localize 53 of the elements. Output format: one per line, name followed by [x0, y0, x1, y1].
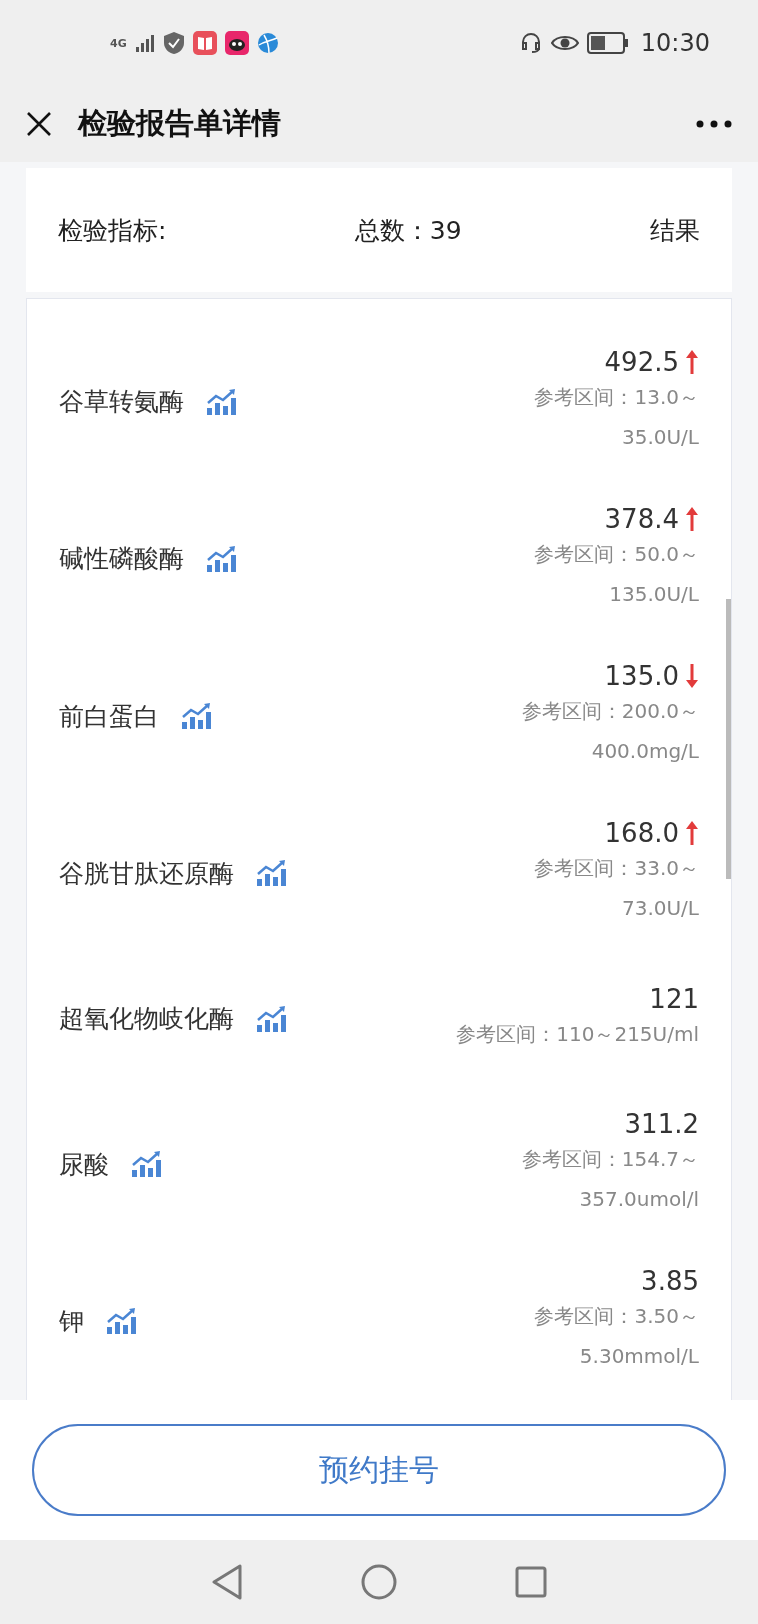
page-title: 检验报告单详情: [78, 105, 282, 142]
reference-range: 参考区间：33.0～: [534, 855, 699, 883]
reference-range: 5.30mmol/L: [579, 1343, 699, 1371]
clock-time: 10:30: [640, 29, 710, 57]
close-icon[interactable]: [26, 111, 52, 137]
test-name: 钾: [59, 1305, 84, 1338]
total-count: 总数：39: [354, 214, 462, 247]
network-type: 4G: [110, 36, 127, 50]
reference-range: 参考区间：3.50～: [534, 1303, 699, 1331]
reference-range: 73.0U/L: [621, 895, 699, 923]
book-app-icon: [192, 31, 217, 55]
chart-icon[interactable]: [256, 1004, 288, 1033]
cat-app-icon: [224, 31, 249, 55]
chart-icon[interactable]: [181, 702, 213, 731]
reference-range: 35.0U/L: [621, 423, 699, 451]
more-icon[interactable]: [696, 120, 732, 128]
shield-icon: [162, 31, 185, 55]
test-value: 168.0: [604, 818, 679, 849]
test-value: 378.4: [604, 503, 679, 534]
reference-range: 400.0mg/L: [591, 738, 699, 766]
signal-icon: [134, 33, 155, 53]
globe-icon: [256, 32, 279, 54]
recents-icon[interactable]: [515, 1566, 547, 1598]
chart-icon[interactable]: [106, 1307, 138, 1336]
test-value: 121: [649, 983, 699, 1014]
test-name: 碱性磷酸酶: [59, 543, 184, 576]
test-name: 谷草转氨酶: [59, 386, 184, 419]
reference-range: 参考区间：13.0～: [534, 383, 699, 411]
test-name: 尿酸: [59, 1148, 109, 1181]
test-value: 311.2: [624, 1109, 699, 1140]
reference-range: 参考区间：50.0～: [534, 540, 699, 568]
test-name: 前白蛋白: [59, 700, 159, 733]
test-value: 135.0: [604, 661, 679, 692]
chart-icon[interactable]: [206, 544, 238, 573]
test-name: 谷胱甘肽还原酶: [59, 857, 234, 890]
reference-range: 参考区间：154.7～: [521, 1146, 699, 1174]
chart-icon[interactable]: [256, 859, 288, 888]
test-name: 超氧化物岐化酶: [59, 1003, 234, 1036]
test-value: 492.5: [604, 346, 679, 377]
reference-range: 357.0umol/l: [579, 1186, 699, 1214]
appointment-button[interactable]: 预约挂号: [32, 1424, 726, 1516]
reference-range: 135.0U/L: [609, 580, 699, 608]
back-icon[interactable]: [211, 1564, 243, 1600]
eye-icon: [550, 33, 579, 53]
chart-icon[interactable]: [206, 387, 238, 416]
test-value: 3.85: [641, 1266, 699, 1297]
indicator-label: 检验指标:: [58, 214, 167, 247]
reference-range: 参考区间：200.0～: [521, 698, 699, 726]
battery-icon: [586, 32, 629, 54]
home-icon[interactable]: [361, 1564, 397, 1600]
result-label: 结果: [650, 214, 700, 247]
chart-icon[interactable]: [131, 1150, 163, 1179]
reference-range: 参考区间：110～215U/ml: [456, 1020, 699, 1048]
